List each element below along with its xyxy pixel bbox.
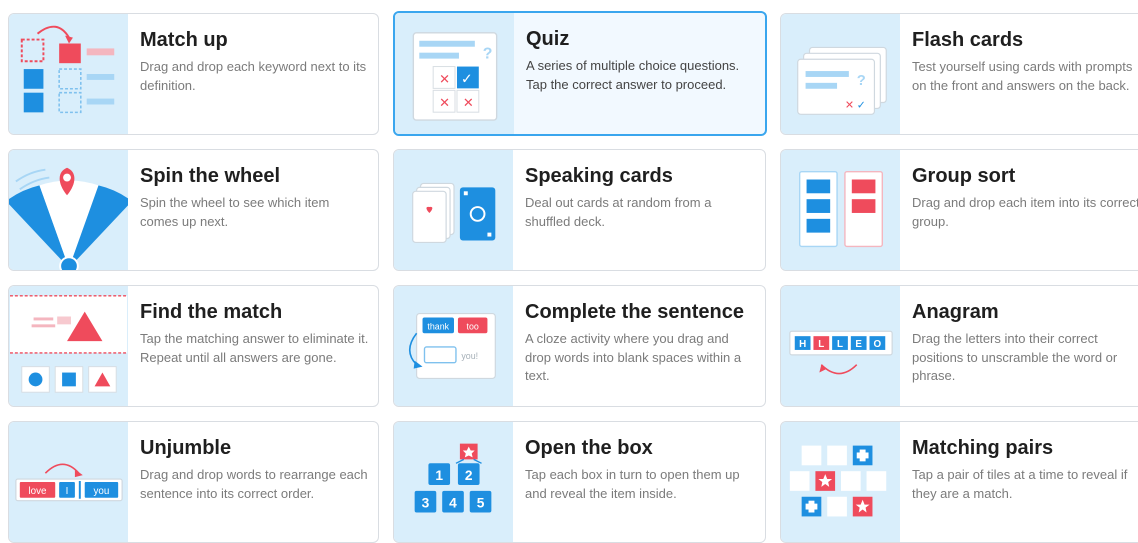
template-card-unjumble[interactable]: love I you Unjumble Drag and drop words …	[8, 421, 379, 543]
template-title: Spin the wheel	[140, 165, 281, 187]
template-title: Complete the sentence	[525, 301, 744, 323]
svg-text:✕: ✕	[439, 71, 450, 86]
letter-5: O	[874, 339, 882, 350]
matching-pairs-icon	[781, 422, 900, 542]
flash-cards-icon: ? ✕ ✓	[781, 14, 900, 134]
speaking-cards-icon	[394, 150, 513, 270]
template-card-open-the-box[interactable]: 1 2 3 4 5 Open the box Tap each box in t…	[393, 421, 766, 543]
template-card-group-sort[interactable]: Group sort Drag and drop each item into …	[780, 149, 1138, 271]
svg-text:?: ?	[483, 46, 493, 63]
template-card-flash-cards[interactable]: ? ✕ ✓ Flash cards Test yourself using ca…	[780, 13, 1138, 135]
box-number-3: 3	[422, 496, 430, 511]
word-thank: thank	[427, 321, 449, 331]
word-you: you!	[461, 351, 478, 361]
svg-text:✓: ✓	[857, 98, 866, 111]
letter-4: E	[855, 339, 862, 350]
template-description: Drag and drop each item into its correct…	[912, 195, 1138, 229]
complete-sentence-icon: thank too you!	[394, 286, 513, 406]
word-i: I	[66, 486, 69, 497]
letter-3: L	[837, 339, 843, 350]
svg-text:✕: ✕	[439, 95, 450, 110]
svg-text:?: ?	[857, 73, 866, 89]
template-description: Spin the wheel to see which item comes u…	[140, 195, 330, 229]
template-title: Open the box	[525, 437, 653, 459]
template-card-speaking-cards[interactable]: Speaking cards Deal out cards at random …	[393, 149, 766, 271]
template-title: Group sort	[912, 165, 1016, 187]
quiz-icon: ? ✕ ✓ ✕ ✕	[395, 13, 514, 134]
template-card-complete-the-sentence[interactable]: thank too you! Complete the sentence A c…	[393, 285, 766, 407]
template-description: Tap each box in turn to open them up and…	[525, 467, 740, 501]
svg-text:✓: ✓	[461, 71, 473, 87]
box-number-1: 1	[435, 468, 443, 483]
box-number-2: 2	[465, 468, 473, 483]
match-up-icon	[9, 14, 128, 134]
word-too: too	[467, 321, 479, 331]
template-description: Test yourself using cards with prompts o…	[912, 59, 1133, 93]
template-card-match-up[interactable]: Match up Drag and drop each keyword next…	[8, 13, 379, 135]
template-description: A cloze activity where you drag and drop…	[525, 331, 742, 383]
template-title: Matching pairs	[912, 437, 1054, 459]
word-love: love	[29, 486, 48, 497]
template-title: Quiz	[526, 28, 570, 50]
template-description: Drag and drop each keyword next to its d…	[140, 59, 367, 93]
box-number-4: 4	[449, 496, 457, 511]
anagram-icon: H L L E O	[781, 286, 900, 406]
template-card-matching-pairs[interactable]: Matching pairs Tap a pair of tiles at a …	[780, 421, 1138, 543]
find-match-icon	[9, 286, 128, 406]
template-description: Tap a pair of tiles at a time to reveal …	[912, 467, 1128, 501]
template-description: Drag the letters into their correct posi…	[912, 331, 1118, 383]
template-card-spin-the-wheel[interactable]: Spin the wheel Spin the wheel to see whi…	[8, 149, 379, 271]
template-description: Tap the matching answer to eliminate it.…	[140, 331, 369, 365]
template-description: A series of multiple choice questions. T…	[526, 58, 740, 92]
letter-1: H	[799, 339, 806, 350]
template-title: Flash cards	[912, 29, 1024, 51]
template-description: Deal out cards at random from a shuffled…	[525, 195, 712, 229]
unjumble-icon: love I you	[9, 422, 128, 542]
template-title: Unjumble	[140, 437, 232, 459]
template-card-anagram[interactable]: H L L E O Anagram Drag the letters into …	[780, 285, 1138, 407]
svg-text:✕: ✕	[845, 99, 854, 111]
letter-2: L	[818, 339, 824, 350]
template-title: Anagram	[912, 301, 999, 323]
template-description: Drag and drop words to rearrange each se…	[140, 467, 368, 501]
word-you: you	[94, 486, 110, 497]
open-box-icon: 1 2 3 4 5	[394, 422, 513, 542]
template-title: Match up	[140, 29, 228, 51]
template-title: Find the match	[140, 301, 283, 323]
template-card-quiz[interactable]: ? ✕ ✓ ✕ ✕ Quiz A series of multiple choi…	[393, 11, 767, 136]
svg-text:✕: ✕	[463, 95, 474, 110]
box-number-5: 5	[477, 496, 485, 511]
template-card-find-the-match[interactable]: Find the match Tap the matching answer t…	[8, 285, 379, 407]
group-sort-icon	[781, 150, 900, 270]
spin-wheel-icon	[9, 150, 128, 270]
template-title: Speaking cards	[525, 165, 673, 187]
